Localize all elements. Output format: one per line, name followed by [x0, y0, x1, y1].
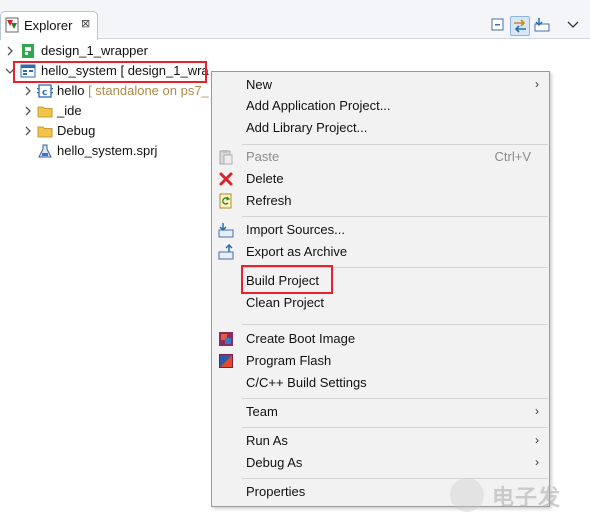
tree-item-design-1-wrapper[interactable]: design_1_wrapper [0, 41, 200, 61]
svg-text:c: c [42, 88, 47, 98]
chevron-right-icon: › [535, 404, 539, 418]
menu-item-new[interactable]: New › [212, 74, 549, 96]
tree-item-label: _ide [57, 103, 82, 118]
program-flash-icon [219, 354, 233, 368]
view-menu-icon[interactable] [565, 16, 585, 36]
watermark-logo-icon [450, 478, 484, 512]
explorer-icon [5, 17, 19, 33]
menu-item-export-as-archive[interactable]: Export as Archive [212, 241, 549, 263]
selection-highlight-box [13, 61, 207, 83]
refresh-icon [219, 193, 232, 209]
tree-item-decoration: [ standalone on ps7_ [84, 83, 209, 98]
paste-icon [219, 150, 233, 165]
watermark: 电子发 [446, 470, 590, 514]
menu-item-clean-project[interactable]: Clean Project [212, 292, 549, 314]
menu-separator [242, 398, 548, 399]
tree-item-ide[interactable]: _ide [0, 101, 200, 121]
menu-separator [242, 324, 548, 325]
menu-item-build-settings[interactable]: C/C++ Build Settings [212, 372, 549, 394]
import-icon [218, 223, 234, 238]
tree-item-debug[interactable]: Debug [0, 121, 200, 141]
flask-icon [38, 144, 52, 158]
folder-icon [37, 126, 53, 138]
collapse-all-icon[interactable] [489, 16, 509, 36]
menu-item-add-application-project[interactable]: Add Application Project... [212, 95, 549, 117]
menu-separator [242, 144, 548, 145]
chevron-right-icon: › [535, 455, 539, 469]
paste-shortcut: Ctrl+V [494, 149, 531, 164]
hw-platform-icon [22, 44, 34, 58]
tab-explorer[interactable]: Explorer ⊠ [0, 11, 98, 40]
menu-item-team[interactable]: Team › [212, 401, 549, 423]
tree-item-hello[interactable]: c hello [ standalone on ps7_ [0, 81, 211, 101]
chevron-right-icon[interactable] [23, 106, 33, 116]
delete-icon [219, 172, 233, 186]
close-icon[interactable]: ⊠ [81, 17, 90, 30]
chevron-right-icon[interactable] [5, 46, 15, 56]
menu-item-delete[interactable]: Delete [212, 168, 549, 190]
folder-icon [37, 106, 53, 118]
watermark-text: 电子发 [492, 485, 562, 510]
menu-separator [242, 427, 548, 428]
menu-separator [242, 216, 548, 217]
menu-item-add-library-project[interactable]: Add Library Project... [212, 117, 549, 139]
tree-item-label: Debug [57, 123, 96, 138]
menu-item-paste[interactable]: Paste Ctrl+V [212, 146, 549, 168]
tree-item-label: hello [57, 83, 85, 98]
menu-item-program-flash[interactable]: Program Flash [212, 350, 549, 372]
tab-explorer-label: Explorer [24, 18, 73, 33]
filters-icon[interactable] [533, 16, 553, 36]
export-icon [218, 244, 234, 260]
boot-image-icon [219, 332, 233, 346]
view-tab-bar: Explorer ⊠ [0, 0, 590, 40]
tree-item-hello-system-sprj[interactable]: hello_system.sprj [0, 141, 200, 161]
menu-item-create-boot-image[interactable]: Create Boot Image [212, 328, 549, 350]
menu-item-import-sources[interactable]: Import Sources... [212, 219, 549, 241]
menu-item-refresh[interactable]: Refresh [212, 190, 549, 212]
tree-item-label: hello_system.sprj [57, 143, 158, 158]
chevron-right-icon: › [535, 433, 539, 447]
chevron-right-icon[interactable] [23, 126, 33, 136]
menu-item-run-as[interactable]: Run As › [212, 430, 549, 452]
link-with-editor-icon[interactable] [510, 16, 530, 36]
c-project-icon: c [37, 84, 53, 98]
chevron-right-icon: › [535, 77, 539, 91]
tree-item-label: design_1_wrapper [41, 43, 148, 58]
build-project-highlight-box [241, 265, 333, 294]
chevron-right-icon[interactable] [23, 86, 33, 96]
